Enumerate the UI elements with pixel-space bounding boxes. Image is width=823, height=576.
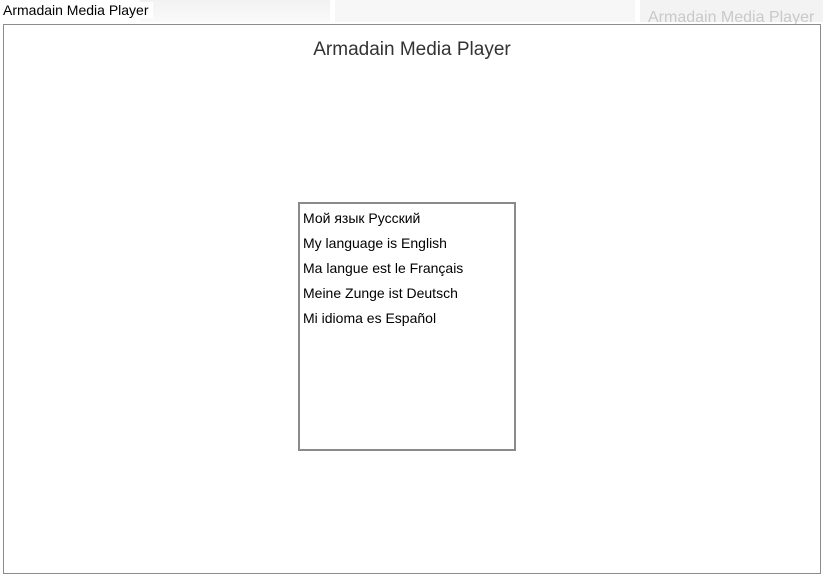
background-window-strip	[335, 0, 635, 22]
language-option-english[interactable]: My language is English	[300, 231, 514, 256]
language-listbox[interactable]: Мой язык Русский My language is English …	[298, 202, 516, 451]
language-option-russian[interactable]: Мой язык Русский	[300, 206, 514, 231]
app-window: Armadain Media Player Мой язык Русский M…	[3, 24, 821, 574]
language-option-french[interactable]: Ma langue est le Français	[300, 256, 514, 281]
background-window-strip	[140, 0, 330, 22]
language-option-spanish[interactable]: Mi idioma es Español	[300, 306, 514, 331]
window-title: Armadain Media Player	[3, 2, 153, 18]
language-option-german[interactable]: Meine Zunge ist Deutsch	[300, 281, 514, 306]
title-bar[interactable]: Armadain Media Player Armadain Media Pla…	[0, 0, 823, 26]
page-title: Armadain Media Player	[313, 39, 511, 60]
